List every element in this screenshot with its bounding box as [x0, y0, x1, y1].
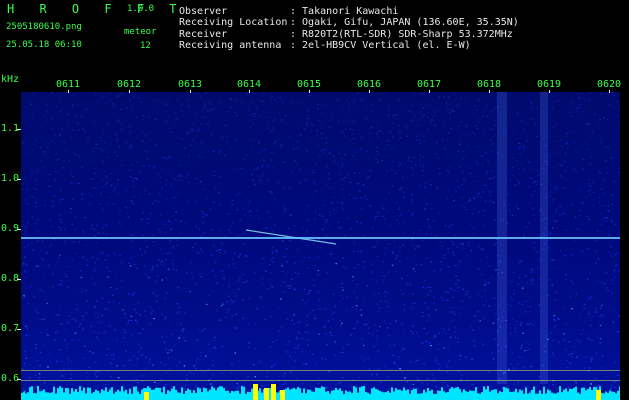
antenna-value: : 2el-HB9CV Vertical (el. E-W): [290, 40, 471, 51]
x-tick: [309, 90, 310, 93]
meteor-count: 12: [140, 41, 151, 51]
x-tick-label: 0614: [237, 79, 262, 90]
x-tick: [549, 90, 550, 93]
location-value: : Ogaki, Gifu, JAPAN (136.60E, 35.35N): [290, 17, 519, 28]
x-tick: [190, 90, 191, 93]
x-tick: [129, 90, 130, 93]
reference-line: [21, 380, 620, 381]
x-tick-label: 0619: [537, 79, 562, 90]
x-tick-label: 0617: [417, 79, 442, 90]
x-tick: [489, 90, 490, 93]
spectrogram-noise: [21, 92, 620, 400]
meteor-label: meteor: [124, 27, 157, 37]
y-tick: [17, 129, 21, 130]
x-tick: [609, 90, 610, 93]
y-tick: [17, 279, 21, 280]
capture-datetime: 25.05.18 06:10: [6, 40, 82, 50]
antenna-label: Receiving antenna: [179, 40, 282, 51]
observer-label: Observer: [179, 6, 228, 17]
file-name: 2505180610.png: [6, 22, 82, 32]
x-tick: [68, 90, 69, 93]
observer-value: : Takanori Kawachi: [290, 6, 399, 17]
receiver-label: Receiver: [179, 29, 228, 40]
app-title: H R O F F T: [7, 2, 186, 16]
x-tick-label: 0615: [297, 79, 322, 90]
app-version: 1.0.0: [127, 4, 155, 14]
x-tick-label: 0618: [477, 79, 502, 90]
power-strip: [21, 384, 620, 400]
location-label: Receiving Location: [179, 17, 288, 28]
receiver-value: : R820T2(RTL-SDR) SDR-Sharp 53.372MHz: [290, 29, 513, 40]
x-tick-label: 0611: [56, 79, 81, 90]
x-tick: [369, 90, 370, 93]
x-tick-label: 0613: [178, 79, 203, 90]
x-tick-label: 0620: [597, 79, 622, 90]
x-tick-label: 0616: [357, 79, 382, 90]
y-tick: [17, 379, 21, 380]
x-tick: [249, 90, 250, 93]
spectrogram: [21, 92, 620, 400]
y-tick: [17, 229, 21, 230]
x-tick: [429, 90, 430, 93]
reference-line: [21, 370, 620, 371]
carrier-line: [21, 237, 620, 239]
frequency-unit: kHz: [1, 74, 20, 85]
x-tick-label: 0612: [117, 79, 142, 90]
frequency-axis-band: [0, 72, 21, 400]
y-tick: [17, 179, 21, 180]
y-tick: [17, 329, 21, 330]
